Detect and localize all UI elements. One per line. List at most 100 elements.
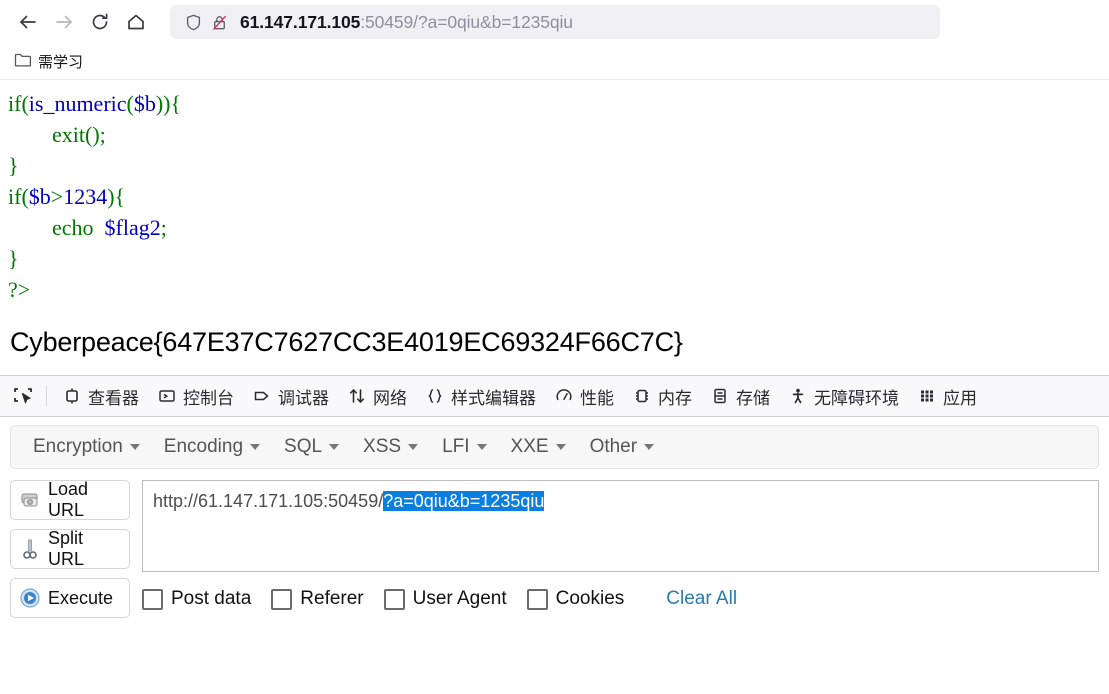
execute-button[interactable]: Execute — [10, 578, 130, 618]
hackbar-menu-label: SQL — [284, 436, 323, 457]
load-url-label: Load URL — [48, 479, 89, 520]
code-token: } — [8, 153, 19, 178]
toolbar-divider — [46, 386, 47, 406]
code-token: } — [8, 246, 19, 271]
performance-icon — [554, 386, 574, 406]
page-content-area: if(is_numeric($b)){ exit(); } if($b>1234… — [0, 80, 1109, 375]
devtools-tab-label: 内存 — [658, 388, 692, 408]
hackbar-menu-encryption[interactable]: Encryption — [23, 432, 150, 462]
devtools-tab-label: 样式编辑器 — [451, 388, 536, 408]
chevron-down-icon — [250, 444, 261, 450]
hackbar-menubar: Encryption Encoding SQL XSS LFI XXE Other — [10, 425, 1099, 469]
hackbar-checkbox-referer[interactable]: Referer — [271, 588, 364, 610]
hackbar-menu-label: Encryption — [33, 436, 123, 457]
code-token: ; — [160, 215, 167, 240]
code-token: $b — [28, 184, 51, 209]
inspector-icon — [62, 386, 82, 406]
load-url-button[interactable]: Load URL — [10, 479, 130, 520]
code-token: ( — [126, 91, 134, 116]
clear-all-link[interactable]: Clear All — [666, 588, 737, 610]
devtools-tab-label: 无障碍环境 — [814, 388, 899, 408]
execute-icon — [19, 587, 41, 609]
hackbar-menu-xss[interactable]: XSS — [353, 432, 428, 462]
chevron-down-icon — [644, 444, 655, 450]
checkbox-label: Post data — [171, 588, 252, 609]
code-token: $b — [133, 91, 156, 116]
hackbar-menu-label: XXE — [510, 436, 549, 457]
forward-button[interactable] — [46, 4, 82, 40]
url-text[interactable]: 61.147.171.105:50459/?a=0qiu&b=1235qiu — [240, 12, 573, 33]
bookmark-folder-item[interactable]: 需学习 — [8, 48, 89, 75]
home-button[interactable] — [118, 4, 154, 40]
element-picker-icon[interactable] — [6, 379, 40, 413]
application-icon — [917, 386, 937, 406]
hackbar-checkbox-post-data[interactable]: Post data — [142, 588, 251, 610]
checkbox-label: Referer — [300, 588, 364, 609]
devtools-tab-查看器[interactable]: 查看器 — [53, 376, 148, 416]
hackbar-checkbox-user-agent[interactable]: User Agent — [383, 588, 507, 610]
checkbox-box[interactable] — [526, 588, 548, 610]
devtools-tab-控制台[interactable]: 控制台 — [148, 376, 243, 416]
devtools-tab-label: 网络 — [373, 388, 407, 408]
lock-crossed-icon[interactable] — [206, 9, 232, 35]
hackbar-menu-encoding[interactable]: Encoding — [154, 432, 270, 462]
checkbox-box[interactable] — [383, 588, 405, 610]
devtools-tab-调试器[interactable]: 调试器 — [243, 376, 338, 416]
hackbar-checkbox-cookies[interactable]: Cookies — [526, 588, 624, 610]
chevron-down-icon — [408, 444, 419, 450]
devtools-tab-无障碍环境[interactable]: 无障碍环境 — [779, 376, 908, 416]
devtools-tab-label: 存储 — [736, 388, 770, 408]
load-url-icon — [19, 489, 41, 511]
checkbox-box[interactable] — [142, 588, 163, 610]
devtools-tab-label: 应用 — [943, 388, 977, 408]
devtools-tab-label: 控制台 — [183, 388, 234, 408]
devtools-tab-性能[interactable]: 性能 — [545, 376, 623, 416]
devtools-tab-label: 查看器 — [88, 388, 139, 408]
hackbar-action-buttons: Load URL Split URL Execute — [10, 479, 130, 618]
code-token: )){ — [155, 91, 182, 116]
url-path: :50459/?a=0qiu&b=1235qiu — [360, 11, 573, 32]
devtools-tab-网络[interactable]: 网络 — [338, 376, 416, 416]
devtools-tab-样式编辑器[interactable]: 样式编辑器 — [416, 376, 545, 416]
back-button[interactable] — [10, 4, 46, 40]
devtools-tab-内存[interactable]: 内存 — [623, 376, 701, 416]
checkbox-box[interactable] — [271, 588, 293, 610]
devtools-tab-应用[interactable]: 应用 — [908, 376, 986, 416]
hackbar-url-input[interactable]: http://61.147.171.105:50459/?a=0qiu&b=12… — [142, 480, 1099, 572]
hackbar-options-row: Post data Referer User Agent Cookies Clear A… — [142, 572, 1099, 610]
hackbar-menu-other[interactable]: Other — [580, 432, 665, 462]
memory-icon — [632, 386, 652, 406]
code-token: is_numeric — [28, 91, 127, 116]
shield-icon[interactable] — [180, 9, 206, 35]
storage-icon — [710, 386, 730, 406]
url-bar[interactable]: 61.147.171.105:50459/?a=0qiu&b=1235qiu — [170, 5, 940, 39]
bookmark-label: 需学习 — [38, 54, 84, 71]
code-token: $flag2 — [104, 215, 161, 240]
code-token: exit(); — [8, 122, 106, 147]
url-prefix-text: http://61.147.171.105:50459/ — [153, 491, 384, 511]
hackbar-menu-sql[interactable]: SQL — [274, 432, 349, 462]
code-token: ){ — [107, 184, 126, 209]
url-selected-text: ?a=0qiu&b=1235qiu — [383, 491, 545, 511]
reload-button[interactable] — [82, 4, 118, 40]
hackbar-menu-lfi[interactable]: LFI — [432, 432, 496, 462]
accessibility-icon — [788, 386, 808, 406]
hackbar-menu-xxe[interactable]: XXE — [501, 432, 576, 462]
devtools-toolbar: 查看器 控制台 调试器 网络 样式编辑器 性能 内存 存储 无障碍环境 应用 — [0, 375, 1109, 417]
chevron-down-icon — [329, 444, 340, 450]
code-token: if( — [8, 91, 29, 116]
hackbar-body: Load URL Split URL Execute http://61.147… — [10, 469, 1099, 618]
console-icon — [157, 386, 177, 406]
split-url-label: Split URL — [48, 528, 85, 569]
devtools-tab-label: 调试器 — [278, 388, 329, 408]
url-host: 61.147.171.105 — [240, 11, 361, 32]
network-icon — [347, 386, 367, 406]
devtools-tab-存储[interactable]: 存储 — [701, 376, 779, 416]
code-token: 1234 — [63, 184, 108, 209]
php-code-block: if(is_numeric($b)){ exit(); } if($b>1234… — [4, 88, 1109, 305]
flag-output-text: Cyberpeace{647E37C7627CC3E4019EC69324F66… — [10, 327, 683, 357]
split-url-button[interactable]: Split URL — [10, 528, 130, 569]
execute-label: Execute — [48, 587, 114, 608]
browser-toolbar: 61.147.171.105:50459/?a=0qiu&b=1235qiu — [0, 0, 1109, 44]
devtools-tab-label: 性能 — [580, 388, 614, 408]
